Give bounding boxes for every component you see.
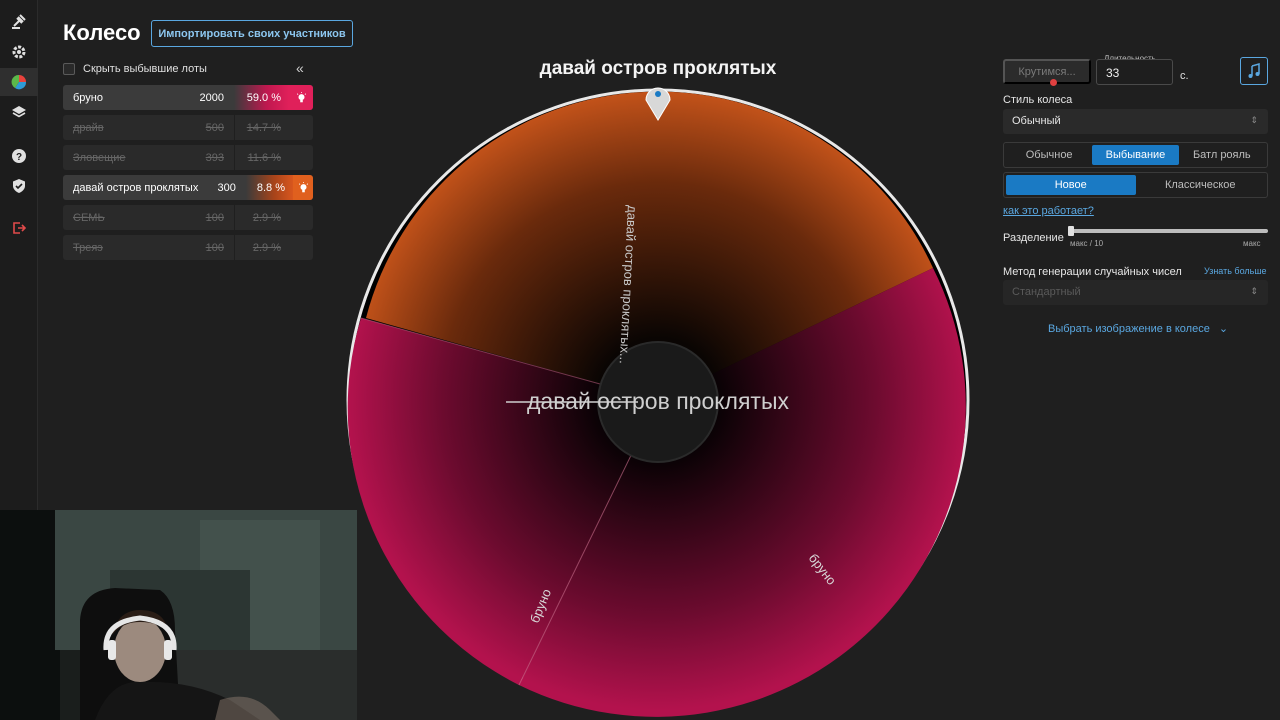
shield-icon[interactable]	[0, 172, 38, 200]
rng-value: Стандартный	[1012, 286, 1081, 298]
mode-elimination[interactable]: Выбывание	[1092, 145, 1179, 165]
music-button[interactable]	[1240, 57, 1268, 85]
lightbulb-icon[interactable]	[293, 175, 313, 200]
import-participants-button[interactable]: Импортировать своих участников	[151, 20, 353, 47]
lot-percent: 59.0 %	[234, 85, 289, 110]
variant-new[interactable]: Новое	[1006, 175, 1136, 195]
lot-percent: 8.8 %	[245, 175, 293, 200]
help-icon[interactable]: ?	[0, 142, 38, 170]
choose-image-link[interactable]: Выбрать изображение в колесе ⌄	[1048, 322, 1228, 335]
lot-spacer	[289, 205, 313, 230]
lot-name: Зловещие	[73, 151, 126, 164]
lot-amount: 2000	[199, 91, 224, 104]
mode-battle-royale[interactable]: Батл рояль	[1179, 145, 1265, 165]
lot-name: СЕМЬ	[73, 211, 105, 224]
how-it-works-link[interactable]: как это работает?	[1003, 205, 1094, 217]
hide-removed-checkbox[interactable]	[63, 63, 75, 75]
lightbulb-icon[interactable]	[289, 85, 313, 110]
lot-amount: 393	[205, 151, 224, 164]
select-arrows-icon: ⇕	[1250, 286, 1258, 296]
lot-spacer	[289, 115, 313, 140]
split-slider-handle[interactable]	[1068, 226, 1074, 236]
learn-more-link[interactable]: Узнать больше	[1204, 266, 1267, 276]
lot-row[interactable]: Зловещие 393 11.6 %	[63, 145, 313, 170]
webcam-video	[0, 510, 357, 720]
lot-row[interactable]: СЕМЬ 100 2.9 %	[63, 205, 313, 230]
page-title: Колесо	[63, 20, 141, 45]
lot-spacer	[289, 235, 313, 260]
gavel-icon[interactable]	[0, 8, 38, 36]
lot-row[interactable]: давай остров проклятых 300 8.8 %	[63, 175, 313, 200]
spin-button[interactable]: Крутимся...	[1003, 59, 1091, 84]
rng-select[interactable]: Стандартный ⇕	[1003, 280, 1268, 305]
lot-amount: 100	[205, 241, 224, 254]
rng-label: Метод генерации случайных чисел	[1003, 266, 1182, 278]
winner-title: давай остров проклятых	[539, 58, 777, 79]
wheel-style-label: Стиль колеса	[1003, 94, 1073, 106]
gear-icon[interactable]	[0, 38, 38, 66]
lot-row[interactable]: драйв 500 14.7 %	[63, 115, 313, 140]
collapse-icon[interactable]: «	[296, 60, 304, 76]
lot-list: бруно 2000 59.0 % драйв 500 14.7 % Злове…	[63, 85, 313, 265]
layers-icon[interactable]	[0, 98, 38, 126]
pie-chart-icon[interactable]	[0, 68, 38, 96]
wheel-center-text: давай остров проклятых	[527, 388, 790, 414]
wheel-style-select[interactable]: Обычный ⇕	[1003, 109, 1268, 134]
variant-classic[interactable]: Классическое	[1136, 175, 1266, 195]
variant-selector: Новое Классическое	[1003, 172, 1268, 198]
svg-text:?: ?	[16, 152, 22, 163]
wheel-style-value: Обычный	[1012, 115, 1061, 127]
lot-row[interactable]: Треяэ 100 2.9 %	[63, 235, 313, 260]
no-entry-icon	[1050, 79, 1057, 86]
lot-percent: 11.6 %	[234, 145, 289, 170]
lot-name: бруно	[73, 91, 103, 104]
split-min-label: макс / 10	[1070, 239, 1104, 248]
select-arrows-icon: ⇕	[1250, 115, 1258, 125]
mode-normal[interactable]: Обычное	[1006, 145, 1092, 165]
lot-percent: 14.7 %	[234, 115, 289, 140]
lot-amount: 300	[217, 181, 236, 194]
lot-percent: 2.9 %	[234, 205, 289, 230]
chevron-down-icon: ⌄	[1218, 323, 1229, 335]
wheel[interactable]: давай остров проклятых... бруно бруно да…	[338, 80, 978, 720]
lot-percent: 2.9 %	[234, 235, 289, 260]
duration-input[interactable]: 33	[1096, 59, 1173, 85]
lot-amount: 100	[205, 211, 224, 224]
lot-row[interactable]: бруно 2000 59.0 %	[63, 85, 313, 110]
lot-spacer	[289, 145, 313, 170]
split-max-label: макс	[1243, 239, 1261, 248]
choose-image-label: Выбрать изображение в колесе	[1048, 323, 1210, 335]
logout-icon[interactable]	[0, 214, 38, 242]
hide-removed-toggle[interactable]: Скрыть выбывшие лоты	[63, 60, 313, 78]
lot-name: драйв	[73, 121, 104, 134]
split-slider-track[interactable]	[1068, 229, 1268, 233]
lot-amount: 500	[205, 121, 224, 134]
music-note-icon	[1248, 63, 1260, 78]
mode-selector: Обычное Выбывание Батл рояль	[1003, 142, 1268, 168]
hide-removed-label: Скрыть выбывшие лоты	[83, 63, 207, 75]
lot-name: давай остров проклятых	[73, 181, 199, 194]
split-label: Разделение	[1003, 232, 1064, 244]
lot-name: Треяэ	[73, 241, 103, 254]
duration-unit: с.	[1180, 70, 1189, 82]
